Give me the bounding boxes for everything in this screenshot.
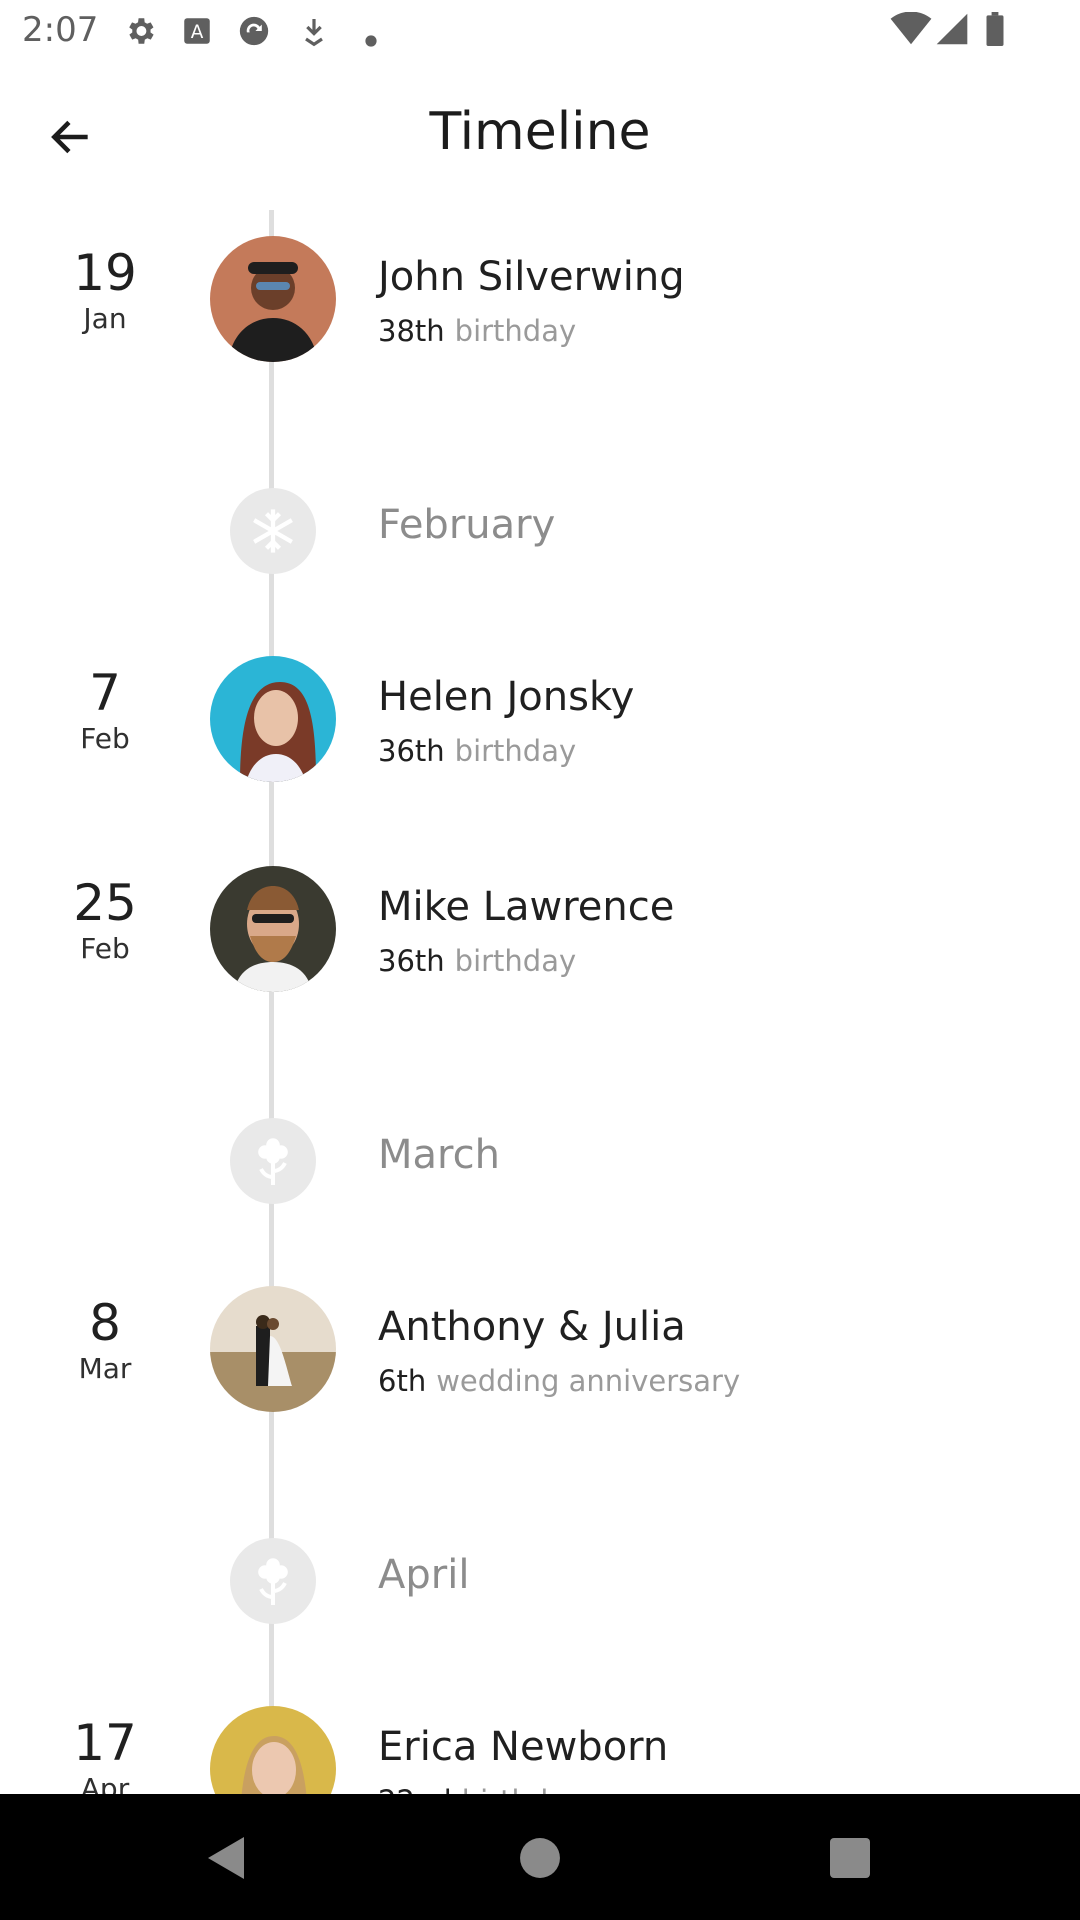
timeline-entry[interactable]: 8 Mar Anthony & Julia 6th wedding anniver… — [0, 1286, 1080, 1426]
event-ordinal: 36th — [378, 734, 445, 768]
timeline-entry[interactable]: 7 Feb Helen Jonsky 36th birthday — [0, 656, 1080, 796]
date-month: Feb — [80, 722, 130, 755]
month-label: April — [378, 1552, 470, 1598]
square-recents-icon — [830, 1838, 870, 1878]
timeline-entry[interactable]: 25 Feb Mike Lawrence 36th birthday — [0, 866, 1080, 1006]
page-title: Timeline — [429, 102, 651, 162]
month-label: February — [378, 502, 556, 548]
event-subtitle: 36th birthday — [378, 734, 576, 768]
avatar — [210, 1286, 336, 1412]
event-type: birthday — [454, 314, 577, 348]
event-subtitle: 6th wedding anniversary — [378, 1364, 740, 1398]
svg-text:A: A — [191, 22, 204, 43]
app-bar: Timeline — [0, 62, 1080, 212]
event-ordinal: 36th — [378, 944, 445, 978]
circle-home-icon — [520, 1838, 560, 1878]
sync-icon — [239, 16, 269, 46]
person-name: John Silverwing — [378, 254, 685, 300]
entry-date: 8 Mar — [40, 1286, 170, 1386]
month-divider: March — [0, 1118, 1080, 1208]
event-ordinal: 6th — [378, 1364, 427, 1398]
date-month: Apr — [80, 1772, 130, 1794]
date-month: Jan — [83, 302, 127, 335]
entry-date: 25 Feb — [40, 866, 170, 966]
event-subtitle: 22nd birthday — [378, 1784, 583, 1794]
timeline-entry[interactable]: 17 Apr Erica Newborn 22nd birthday — [0, 1706, 1080, 1794]
event-subtitle: 36th birthday — [378, 944, 576, 978]
battery-icon — [986, 12, 1004, 46]
date-month: Mar — [78, 1352, 132, 1385]
entry-date: 17 Apr — [40, 1706, 170, 1794]
month-label: March — [378, 1132, 500, 1178]
avatar — [210, 1706, 336, 1794]
person-name: Helen Jonsky — [378, 674, 635, 720]
entry-date: 19 Jan — [40, 236, 170, 336]
timeline-list[interactable]: 19 Jan John Silverwing 38th birthday Febr… — [0, 210, 1080, 1794]
status-time: 2:07 — [22, 10, 99, 50]
date-day: 8 — [89, 1294, 121, 1352]
dot-icon — [365, 35, 377, 47]
event-subtitle: 38th birthday — [378, 314, 576, 348]
status-bar: 2:07 A — [0, 0, 1080, 62]
avatar — [210, 866, 336, 992]
event-type: birthday — [462, 1784, 583, 1794]
wifi-icon — [890, 12, 932, 45]
event-type: wedding anniversary — [436, 1364, 741, 1398]
flower-icon — [258, 1138, 288, 1185]
month-badge — [230, 1118, 316, 1204]
person-name: Erica Newborn — [378, 1724, 669, 1770]
font-a-icon: A — [184, 18, 210, 44]
person-name: Mike Lawrence — [378, 884, 675, 930]
timeline-entry[interactable]: 19 Jan John Silverwing 38th birthday — [0, 236, 1080, 376]
month-divider: February — [0, 488, 1080, 578]
avatar — [210, 236, 336, 362]
event-type: birthday — [454, 734, 577, 768]
month-badge — [230, 1538, 316, 1624]
nav-home-button[interactable] — [508, 1826, 572, 1890]
person-name: Anthony & Julia — [378, 1304, 686, 1350]
date-month: Feb — [80, 932, 130, 965]
event-ordinal: 38th — [378, 314, 445, 348]
triangle-back-icon — [208, 1837, 244, 1879]
date-day: 25 — [73, 874, 137, 932]
avatar — [210, 656, 336, 782]
nav-back-button[interactable] — [194, 1826, 258, 1890]
month-badge — [230, 488, 316, 574]
cellular-icon — [936, 13, 968, 45]
event-ordinal: 22nd — [378, 1784, 452, 1794]
entry-date: 7 Feb — [40, 656, 170, 756]
date-day: 7 — [89, 664, 121, 722]
snowflake-icon — [253, 509, 293, 553]
date-day: 17 — [73, 1714, 137, 1772]
month-divider: April — [0, 1538, 1080, 1628]
nav-recents-button[interactable] — [818, 1826, 882, 1890]
date-day: 19 — [73, 244, 137, 302]
download-icon — [305, 19, 323, 47]
event-type: birthday — [454, 944, 577, 978]
flower-icon — [258, 1558, 288, 1605]
settings-icon — [129, 18, 154, 44]
navigation-bar — [0, 1794, 1080, 1920]
